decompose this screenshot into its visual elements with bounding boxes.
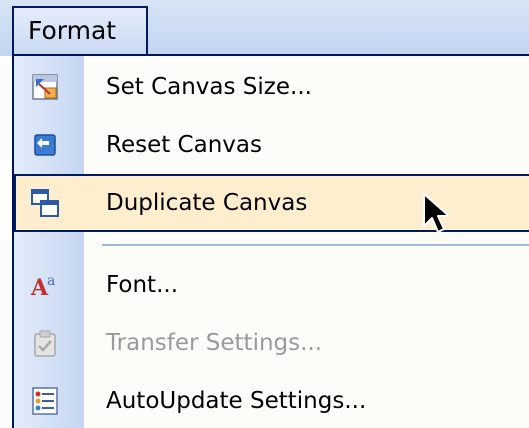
menu-item-label: Set Canvas Size... [106,74,312,100]
mouse-cursor-icon [423,193,450,233]
menu-item-label: Font... [106,272,179,298]
autoupdate-settings-icon [32,387,58,415]
menu-item-label: Reset Canvas [106,132,262,158]
format-dropdown-menu: Set Canvas Size... Reset Canvas Duplicat… [12,54,529,428]
menu-item-autoupdate-settings[interactable]: AutoUpdate Settings... [14,372,529,428]
menu-item-label: Duplicate Canvas [106,190,308,216]
font-icon: A a [30,273,55,300]
menu-item-reset-canvas[interactable]: Reset Canvas [14,116,529,174]
menu-item-set-canvas-size[interactable]: Set Canvas Size... [14,58,529,116]
menu-item-transfer-settings: Transfer Settings... [14,314,529,372]
menu-item-label: Transfer Settings... [106,330,323,356]
menu-bar: Format [0,0,529,56]
menu-item-font[interactable]: A a Font... [14,256,529,314]
menu-item-label: AutoUpdate Settings... [106,388,367,414]
transfer-settings-icon [34,330,56,357]
reset-canvas-icon [34,134,56,156]
canvas-size-icon [32,74,58,100]
svg-text:a: a [47,273,55,289]
duplicate-canvas-icon [31,189,59,217]
menu-separator [102,244,529,246]
menu-format[interactable]: Format [12,6,148,56]
screen: Format Set Canvas Size... Reset Canvas D… [0,0,529,428]
